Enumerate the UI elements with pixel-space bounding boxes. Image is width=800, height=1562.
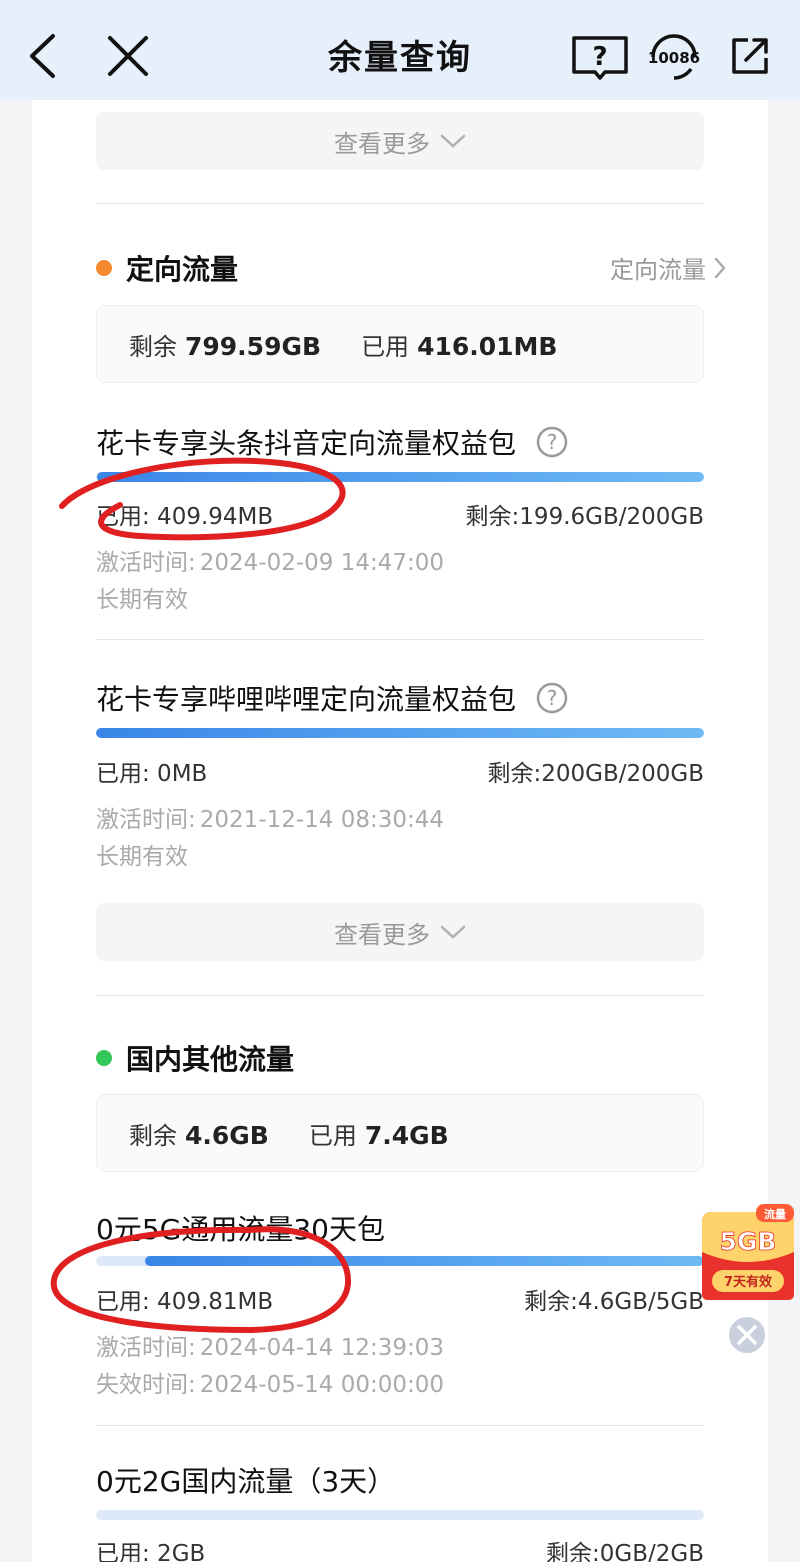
svg-text:?: ? <box>592 42 607 72</box>
directional-link[interactable]: 定向流量 <box>610 250 726 285</box>
activation-time: 激活时间: 2024-04-14 12:39:03 <box>96 1335 445 1361</box>
divider <box>96 639 704 640</box>
customer-service-hotline-icon[interactable]: 10086 <box>644 28 704 84</box>
used-amount: 已用: 2GB <box>96 1541 206 1562</box>
package-name: 花卡专享头条抖音定向流量权益包 ? <box>96 422 568 462</box>
balance-card: 查看更多 定向流量 定向流量 剩余 799.59GB 已用 416.01MB 花卡专… <box>32 100 768 1562</box>
used-amount: 已用: 409.94MB <box>96 504 274 530</box>
promo-close-button[interactable] <box>726 1314 768 1356</box>
validity-text: 长期有效 <box>96 587 188 613</box>
package-name: 0元5G通用流量30天包 <box>96 1213 385 1246</box>
chevron-right-icon <box>714 257 726 278</box>
question-circle-icon[interactable]: ? <box>536 426 568 458</box>
used-amount: 已用: 0MB <box>96 761 208 787</box>
view-more-button[interactable]: 查看更多 <box>96 112 704 170</box>
promo-amount: 5GB <box>720 1227 777 1256</box>
validity-text: 长期有效 <box>96 844 188 870</box>
remaining-amount: 剩余:4.6GB/5GB <box>524 1289 704 1315</box>
usage-progress-bar <box>96 1256 704 1266</box>
activation-time: 激活时间: 2024-02-09 14:47:00 <box>96 550 445 576</box>
question-circle-icon[interactable]: ? <box>536 682 568 714</box>
usage-progress-bar <box>96 472 704 482</box>
usage-progress-bar <box>96 728 704 738</box>
svg-text:?: ? <box>547 686 558 710</box>
remaining-amount: 剩余:200GB/200GB <box>487 761 704 787</box>
divider <box>96 203 704 204</box>
close-circle-icon <box>727 1315 767 1355</box>
help-book-icon[interactable]: ? <box>570 32 630 82</box>
promo-badge[interactable]: 流量 5GB 7天有效 <box>698 1202 798 1302</box>
activation-time: 激活时间: 2021-12-14 08:30:44 <box>96 807 445 833</box>
usage-progress-fill <box>97 472 704 482</box>
divider <box>96 995 704 996</box>
hotline-number: 10086 <box>648 49 700 67</box>
usage-progress-bar <box>96 1510 704 1520</box>
usage-progress-fill <box>96 728 704 738</box>
promo-tag: 流量 <box>764 1207 786 1221</box>
chevron-down-icon <box>440 134 466 148</box>
package-name: 花卡专享哔哩哔哩定向流量权益包 ? <box>96 678 568 718</box>
share-icon[interactable] <box>726 32 774 80</box>
section-title-directional: 定向流量 <box>96 248 238 288</box>
top-nav-bar: 余量查询 ? 10086 <box>0 0 800 100</box>
status-dot <box>96 260 112 276</box>
view-more-label: 查看更多 <box>334 129 430 158</box>
promo-validity: 7天有效 <box>724 1274 773 1290</box>
view-more-button[interactable]: 查看更多 <box>96 903 704 961</box>
expiry-time: 失效时间: 2024-05-14 00:00:00 <box>96 1372 445 1398</box>
divider <box>96 1425 704 1426</box>
remaining-amount: 剩余:0GB/2GB <box>546 1541 704 1562</box>
svg-text:?: ? <box>547 430 558 454</box>
directional-summary: 剩余 799.59GB 已用 416.01MB <box>96 305 704 383</box>
usage-progress-fill <box>144 1256 704 1266</box>
remaining-amount: 剩余:199.6GB/200GB <box>465 504 704 530</box>
used-amount: 已用: 409.81MB <box>96 1289 274 1315</box>
view-more-label: 查看更多 <box>334 920 430 949</box>
package-name: 0元2G国内流量（3天） <box>96 1465 396 1498</box>
chevron-down-icon <box>440 925 466 939</box>
domestic-summary: 剩余 4.6GB 已用 7.4GB <box>96 1094 704 1172</box>
section-title-domestic: 国内其他流量 <box>96 1038 294 1078</box>
status-dot <box>96 1050 112 1066</box>
